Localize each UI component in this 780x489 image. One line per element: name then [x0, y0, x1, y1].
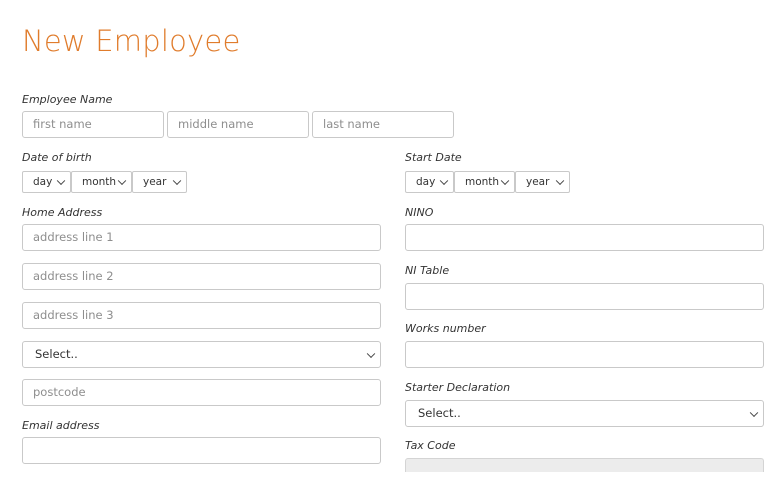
- address-region-value: Select..: [35, 347, 78, 361]
- page-title: New Employee: [22, 24, 241, 58]
- employee-name-label: Employee Name: [22, 93, 113, 106]
- dob-year-select[interactable]: year: [132, 171, 187, 193]
- start-day-value: day: [416, 176, 436, 188]
- tax-code-label: Tax Code: [405, 439, 456, 452]
- first-name-input[interactable]: first name: [22, 111, 164, 138]
- dob-year-value: year: [143, 176, 167, 188]
- email-label: Email address: [22, 419, 100, 432]
- works-number-input[interactable]: [405, 341, 764, 368]
- chevron-down-icon: [439, 176, 449, 186]
- starter-declaration-label: Starter Declaration: [405, 381, 511, 394]
- home-address-label: Home Address: [22, 206, 103, 219]
- works-number-label: Works number: [405, 322, 486, 335]
- address-line-3-input[interactable]: address line 3: [22, 302, 381, 329]
- starter-declaration-select[interactable]: Select..: [405, 400, 764, 427]
- address-region-select[interactable]: Select..: [22, 341, 381, 368]
- ni-table-input[interactable]: [405, 283, 764, 310]
- ni-table-label: NI Table: [405, 264, 450, 277]
- chevron-down-icon: [500, 176, 510, 186]
- chevron-down-icon: [749, 408, 759, 417]
- last-name-input[interactable]: last name: [312, 111, 454, 138]
- middle-name-input[interactable]: middle name: [167, 111, 309, 138]
- chevron-down-icon: [366, 349, 376, 358]
- chevron-down-icon: [555, 176, 565, 186]
- chevron-down-icon: [172, 176, 182, 186]
- start-month-select[interactable]: month: [454, 171, 515, 193]
- start-year-value: year: [526, 176, 550, 188]
- dob-label: Date of birth: [22, 151, 92, 164]
- dob-day-select[interactable]: day: [22, 171, 71, 193]
- chevron-down-icon: [56, 176, 66, 186]
- tax-code-input[interactable]: [405, 458, 764, 472]
- starter-declaration-value: Select..: [418, 406, 461, 420]
- dob-month-value: month: [82, 176, 117, 188]
- start-day-select[interactable]: day: [405, 171, 454, 193]
- nino-label: NINO: [405, 206, 434, 219]
- address-line-2-input[interactable]: address line 2: [22, 263, 381, 290]
- start-year-select[interactable]: year: [515, 171, 570, 193]
- nino-input[interactable]: [405, 224, 764, 251]
- start-date-label: Start Date: [405, 151, 462, 164]
- dob-month-select[interactable]: month: [71, 171, 132, 193]
- email-field[interactable]: [22, 437, 381, 464]
- address-line-1-input[interactable]: address line 1: [22, 224, 381, 251]
- postcode-input[interactable]: postcode: [22, 379, 381, 406]
- dob-day-value: day: [33, 176, 53, 188]
- chevron-down-icon: [117, 176, 127, 186]
- start-month-value: month: [465, 176, 500, 188]
